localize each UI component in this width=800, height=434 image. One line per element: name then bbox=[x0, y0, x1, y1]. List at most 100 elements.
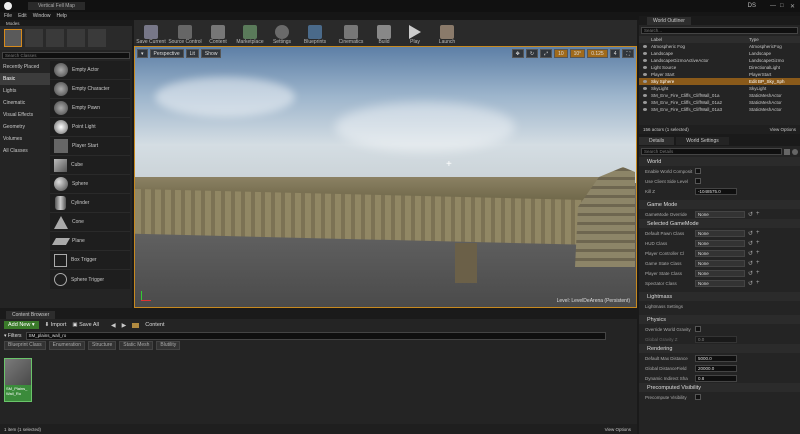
override-gravity-checkbox[interactable] bbox=[695, 326, 701, 332]
category-visual-effects[interactable]: Visual Effects bbox=[0, 109, 50, 121]
content-browser-tab[interactable]: Content Browser bbox=[6, 310, 56, 319]
gamemode-override-select[interactable]: None bbox=[695, 210, 745, 218]
blueprints-button[interactable]: Blueprints bbox=[298, 21, 332, 45]
class-select[interactable]: None bbox=[695, 229, 745, 237]
forward-arrow-icon[interactable]: ▶ bbox=[122, 322, 127, 329]
section-game-mode[interactable]: Game Mode bbox=[639, 200, 800, 209]
visibility-eye-icon[interactable] bbox=[643, 108, 647, 111]
global-gravity-field[interactable]: 0.0 bbox=[695, 335, 737, 343]
scale-snap-button[interactable]: 0.125 bbox=[587, 49, 608, 58]
place-mode-icon[interactable] bbox=[4, 29, 22, 47]
category-basic[interactable]: Basic bbox=[0, 73, 50, 85]
maximize-viewport-icon[interactable]: ⛶ bbox=[622, 49, 634, 58]
play-button[interactable]: Play bbox=[400, 21, 430, 45]
landscape-mode-icon[interactable] bbox=[46, 29, 64, 47]
section-world[interactable]: World bbox=[639, 157, 800, 166]
category-volumes[interactable]: Volumes bbox=[0, 133, 50, 145]
import-button[interactable]: ⬇ Import bbox=[45, 322, 67, 328]
details-search-input[interactable]: Search Details bbox=[641, 148, 782, 155]
class-select[interactable]: None bbox=[695, 249, 745, 257]
section-selected-gamemode[interactable]: Selected GameMode bbox=[639, 219, 800, 228]
col-label[interactable]: Label bbox=[651, 37, 749, 42]
minimize-button[interactable]: — bbox=[770, 3, 780, 9]
category-recently-placed[interactable]: Recently Placed bbox=[0, 61, 50, 73]
reset-arrow-icon[interactable]: ↺ bbox=[748, 250, 753, 257]
translate-icon[interactable]: ✥ bbox=[511, 49, 524, 58]
class-select[interactable]: None bbox=[695, 259, 745, 267]
level-tab[interactable]: Vertical Fell Map bbox=[28, 2, 85, 10]
precompute-visibility-checkbox[interactable] bbox=[695, 394, 701, 400]
reset-arrow-icon[interactable]: ↺ bbox=[748, 280, 753, 287]
outliner-search-input[interactable]: Search... bbox=[641, 27, 798, 34]
reset-arrow-icon[interactable]: ↺ bbox=[748, 270, 753, 277]
filters-button[interactable]: ▾ Filters bbox=[4, 333, 22, 339]
class-search-input[interactable]: Search Classes bbox=[2, 52, 130, 59]
col-type[interactable]: Type bbox=[749, 37, 759, 42]
kill-z-field[interactable]: -1048575.0 bbox=[695, 187, 737, 195]
number-field[interactable]: 5000.0 bbox=[695, 354, 737, 362]
class-item-cylinder[interactable]: Cylinder bbox=[50, 194, 130, 213]
section-physics[interactable]: Physics bbox=[639, 315, 800, 324]
add-icon[interactable]: + bbox=[756, 280, 760, 286]
perspective-button[interactable]: Perspective bbox=[149, 49, 184, 58]
add-icon[interactable]: + bbox=[756, 211, 760, 217]
visibility-eye-icon[interactable] bbox=[643, 73, 647, 76]
add-icon[interactable]: + bbox=[756, 240, 760, 246]
outliner-row[interactable]: Light Source DirectionalLight bbox=[639, 64, 800, 71]
outliner-row[interactable]: Player Start PlayerStart bbox=[639, 71, 800, 78]
class-item-empty-character[interactable]: Empty Character bbox=[50, 80, 130, 99]
modes-tab[interactable]: Modes bbox=[6, 21, 20, 26]
section-rendering[interactable]: Rendering bbox=[639, 344, 800, 353]
category-lights[interactable]: Lights bbox=[0, 85, 50, 97]
menu-help[interactable]: Help bbox=[56, 13, 66, 19]
launch-button[interactable]: Launch bbox=[432, 21, 462, 45]
content-search-input[interactable]: SM_plains_wall_ro bbox=[25, 331, 606, 340]
viewport-options-button[interactable]: ▾ bbox=[137, 49, 148, 58]
add-icon[interactable]: + bbox=[756, 270, 760, 276]
geometry-mode-icon[interactable] bbox=[88, 29, 106, 47]
filter-tag[interactable]: Structure bbox=[88, 340, 117, 350]
save-current-button[interactable]: Save Current bbox=[136, 21, 166, 45]
visibility-eye-icon[interactable] bbox=[643, 59, 647, 62]
rotate-icon[interactable]: ↻ bbox=[525, 49, 539, 58]
outliner-row[interactable]: SM_Env_Fire_Cliffs_CliffWall_01a StaticMe… bbox=[639, 92, 800, 99]
reset-arrow-icon[interactable]: ↺ bbox=[748, 260, 753, 267]
marketplace-button[interactable]: Marketplace bbox=[234, 21, 266, 45]
class-item-player-start[interactable]: Player Start bbox=[50, 137, 130, 156]
class-item-empty-actor[interactable]: Empty Actor bbox=[50, 61, 130, 80]
class-item-plane[interactable]: Plane bbox=[50, 232, 130, 251]
visibility-eye-icon[interactable] bbox=[643, 87, 647, 90]
lit-button[interactable]: Lit bbox=[185, 49, 199, 58]
class-select[interactable]: None bbox=[695, 239, 745, 247]
enable-world-composition-checkbox[interactable] bbox=[695, 168, 701, 174]
close-button[interactable]: ✕ bbox=[790, 3, 800, 10]
details-tab[interactable]: Details bbox=[639, 137, 675, 145]
menu-file[interactable]: File bbox=[4, 13, 12, 19]
visibility-eye-icon[interactable] bbox=[643, 94, 647, 97]
content-view-options[interactable]: View Options bbox=[605, 427, 631, 432]
visibility-eye-icon[interactable] bbox=[643, 80, 647, 83]
outliner-row[interactable]: LandscapeGizmoActiveActor LandscapeGizmo bbox=[639, 57, 800, 64]
scale-icon[interactable]: ⤢ bbox=[540, 49, 553, 58]
outliner-row[interactable]: SkyLight SkyLight bbox=[639, 85, 800, 92]
section-precomputed-visibility[interactable]: Precomputed Visibility bbox=[639, 383, 800, 392]
class-item-point-light[interactable]: Point Light bbox=[50, 118, 130, 137]
cinematics-button[interactable]: Cinematics bbox=[334, 21, 368, 45]
filter-tag[interactable]: Blueprint Class bbox=[4, 340, 46, 350]
class-select[interactable]: None bbox=[695, 279, 745, 287]
level-viewport[interactable]: + ▾ Perspective Lit Show ✥ ↻ ⤢ 10 10° 0.… bbox=[134, 46, 637, 308]
filter-tag[interactable]: Blutility bbox=[156, 340, 181, 350]
number-field[interactable]: 0.8 bbox=[695, 374, 737, 382]
eye-icon[interactable] bbox=[792, 148, 798, 155]
save-all-button[interactable]: ▣ Save All bbox=[72, 322, 99, 328]
build-button[interactable]: Build bbox=[370, 21, 398, 45]
class-item-cube[interactable]: Cube bbox=[50, 156, 130, 175]
outliner-row[interactable]: SM_Env_Fire_Cliffs_CliffWall_01a2 StaticM… bbox=[639, 99, 800, 106]
maximize-button[interactable]: □ bbox=[780, 3, 790, 9]
category-geometry[interactable]: Geometry bbox=[0, 121, 50, 133]
class-item-sphere-trigger[interactable]: Sphere Trigger bbox=[50, 270, 130, 289]
settings-button[interactable]: Settings bbox=[268, 21, 296, 45]
category-cinematic[interactable]: Cinematic bbox=[0, 97, 50, 109]
add-icon[interactable]: + bbox=[756, 250, 760, 256]
number-field[interactable]: 20000.0 bbox=[695, 364, 737, 372]
